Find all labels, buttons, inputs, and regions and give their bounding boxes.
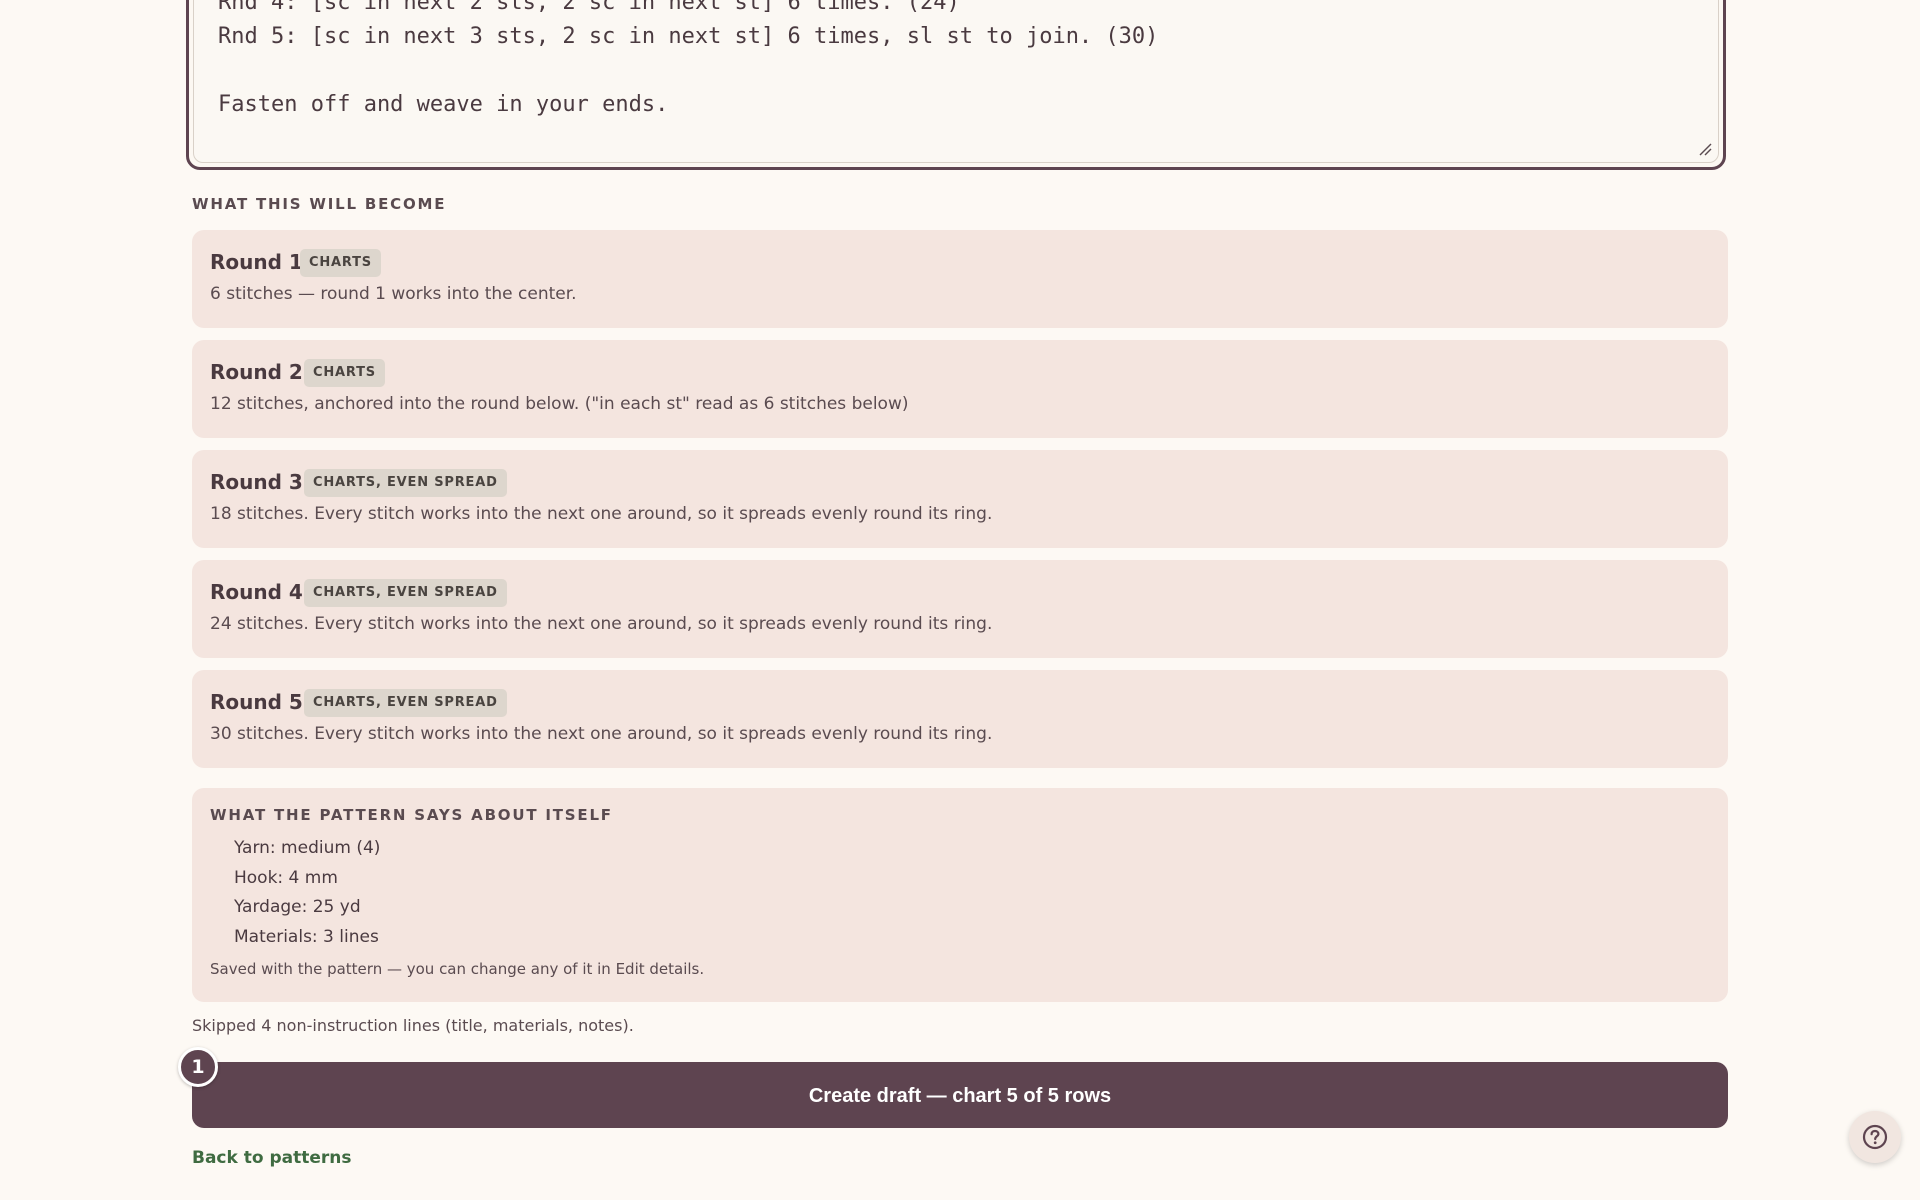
- pattern-meta-card: What the pattern says about itself Yarn:…: [192, 788, 1728, 1002]
- create-draft-button[interactable]: Create draft — chart 5 of 5 rows: [192, 1062, 1728, 1128]
- pattern-text[interactable]: Rnd 4: [sc in next 2 sts, 2 sc in next s…: [218, 0, 1158, 122]
- editor-line: Rnd 5: [sc in next 3 sts, 2 sc in next s…: [218, 24, 1159, 49]
- round-badge: Charts, even spread: [304, 689, 507, 717]
- pattern-text-area[interactable]: Rnd 4: [sc in next 2 sts, 2 sc in next s…: [193, 0, 1719, 163]
- preview-heading: What this will become: [192, 195, 447, 213]
- round-card-1: Round 1 Charts 6 stitches — round 1 work…: [192, 230, 1728, 328]
- meta-item-materials: Materials: 3 lines: [234, 927, 379, 947]
- step-number-badge: 1: [178, 1047, 218, 1087]
- back-to-patterns-link[interactable]: Back to patterns: [192, 1148, 351, 1168]
- round-badge: Charts, even spread: [304, 579, 507, 607]
- round-description: 12 stitches, anchored into the round bel…: [210, 394, 909, 414]
- round-description: 24 stitches. Every stitch works into the…: [210, 614, 993, 634]
- round-card-3: Round 3 Charts, even spread 18 stitches.…: [192, 450, 1728, 548]
- skipped-lines-note: Skipped 4 non-instruction lines (title, …: [192, 1016, 634, 1035]
- round-description: 30 stitches. Every stitch works into the…: [210, 724, 993, 744]
- meta-item-yarn: Yarn: medium (4): [234, 838, 381, 858]
- editor-line: Fasten off and weave in your ends.: [218, 92, 669, 117]
- round-title: Round 1: [210, 250, 303, 274]
- pattern-meta-note: Saved with the pattern — you can change …: [210, 960, 705, 978]
- editor-line: Rnd 4: [sc in next 2 sts, 2 sc in next s…: [218, 0, 960, 15]
- round-card-4: Round 4 Charts, even spread 24 stitches.…: [192, 560, 1728, 658]
- round-title: Round 3: [210, 470, 303, 494]
- help-circle-icon: [1862, 1124, 1888, 1150]
- round-badge: Charts: [300, 249, 381, 277]
- help-button[interactable]: [1849, 1111, 1901, 1163]
- round-badge: Charts, even spread: [304, 469, 507, 497]
- round-description: 18 stitches. Every stitch works into the…: [210, 504, 993, 524]
- round-title: Round 2: [210, 360, 303, 384]
- meta-item-hook: Hook: 4 mm: [234, 868, 338, 888]
- round-title: Round 5: [210, 690, 303, 714]
- round-description: 6 stitches — round 1 works into the cent…: [210, 284, 577, 304]
- resize-grip-icon[interactable]: [1698, 142, 1712, 156]
- round-title: Round 4: [210, 580, 303, 604]
- round-card-5: Round 5 Charts, even spread 30 stitches.…: [192, 670, 1728, 768]
- meta-item-yardage: Yardage: 25 yd: [234, 897, 361, 917]
- pattern-meta-heading: What the pattern says about itself: [210, 806, 613, 824]
- round-badge: Charts: [304, 359, 385, 387]
- round-card-2: Round 2 Charts 12 stitches, anchored int…: [192, 340, 1728, 438]
- pattern-text-editor[interactable]: Rnd 4: [sc in next 2 sts, 2 sc in next s…: [186, 0, 1726, 170]
